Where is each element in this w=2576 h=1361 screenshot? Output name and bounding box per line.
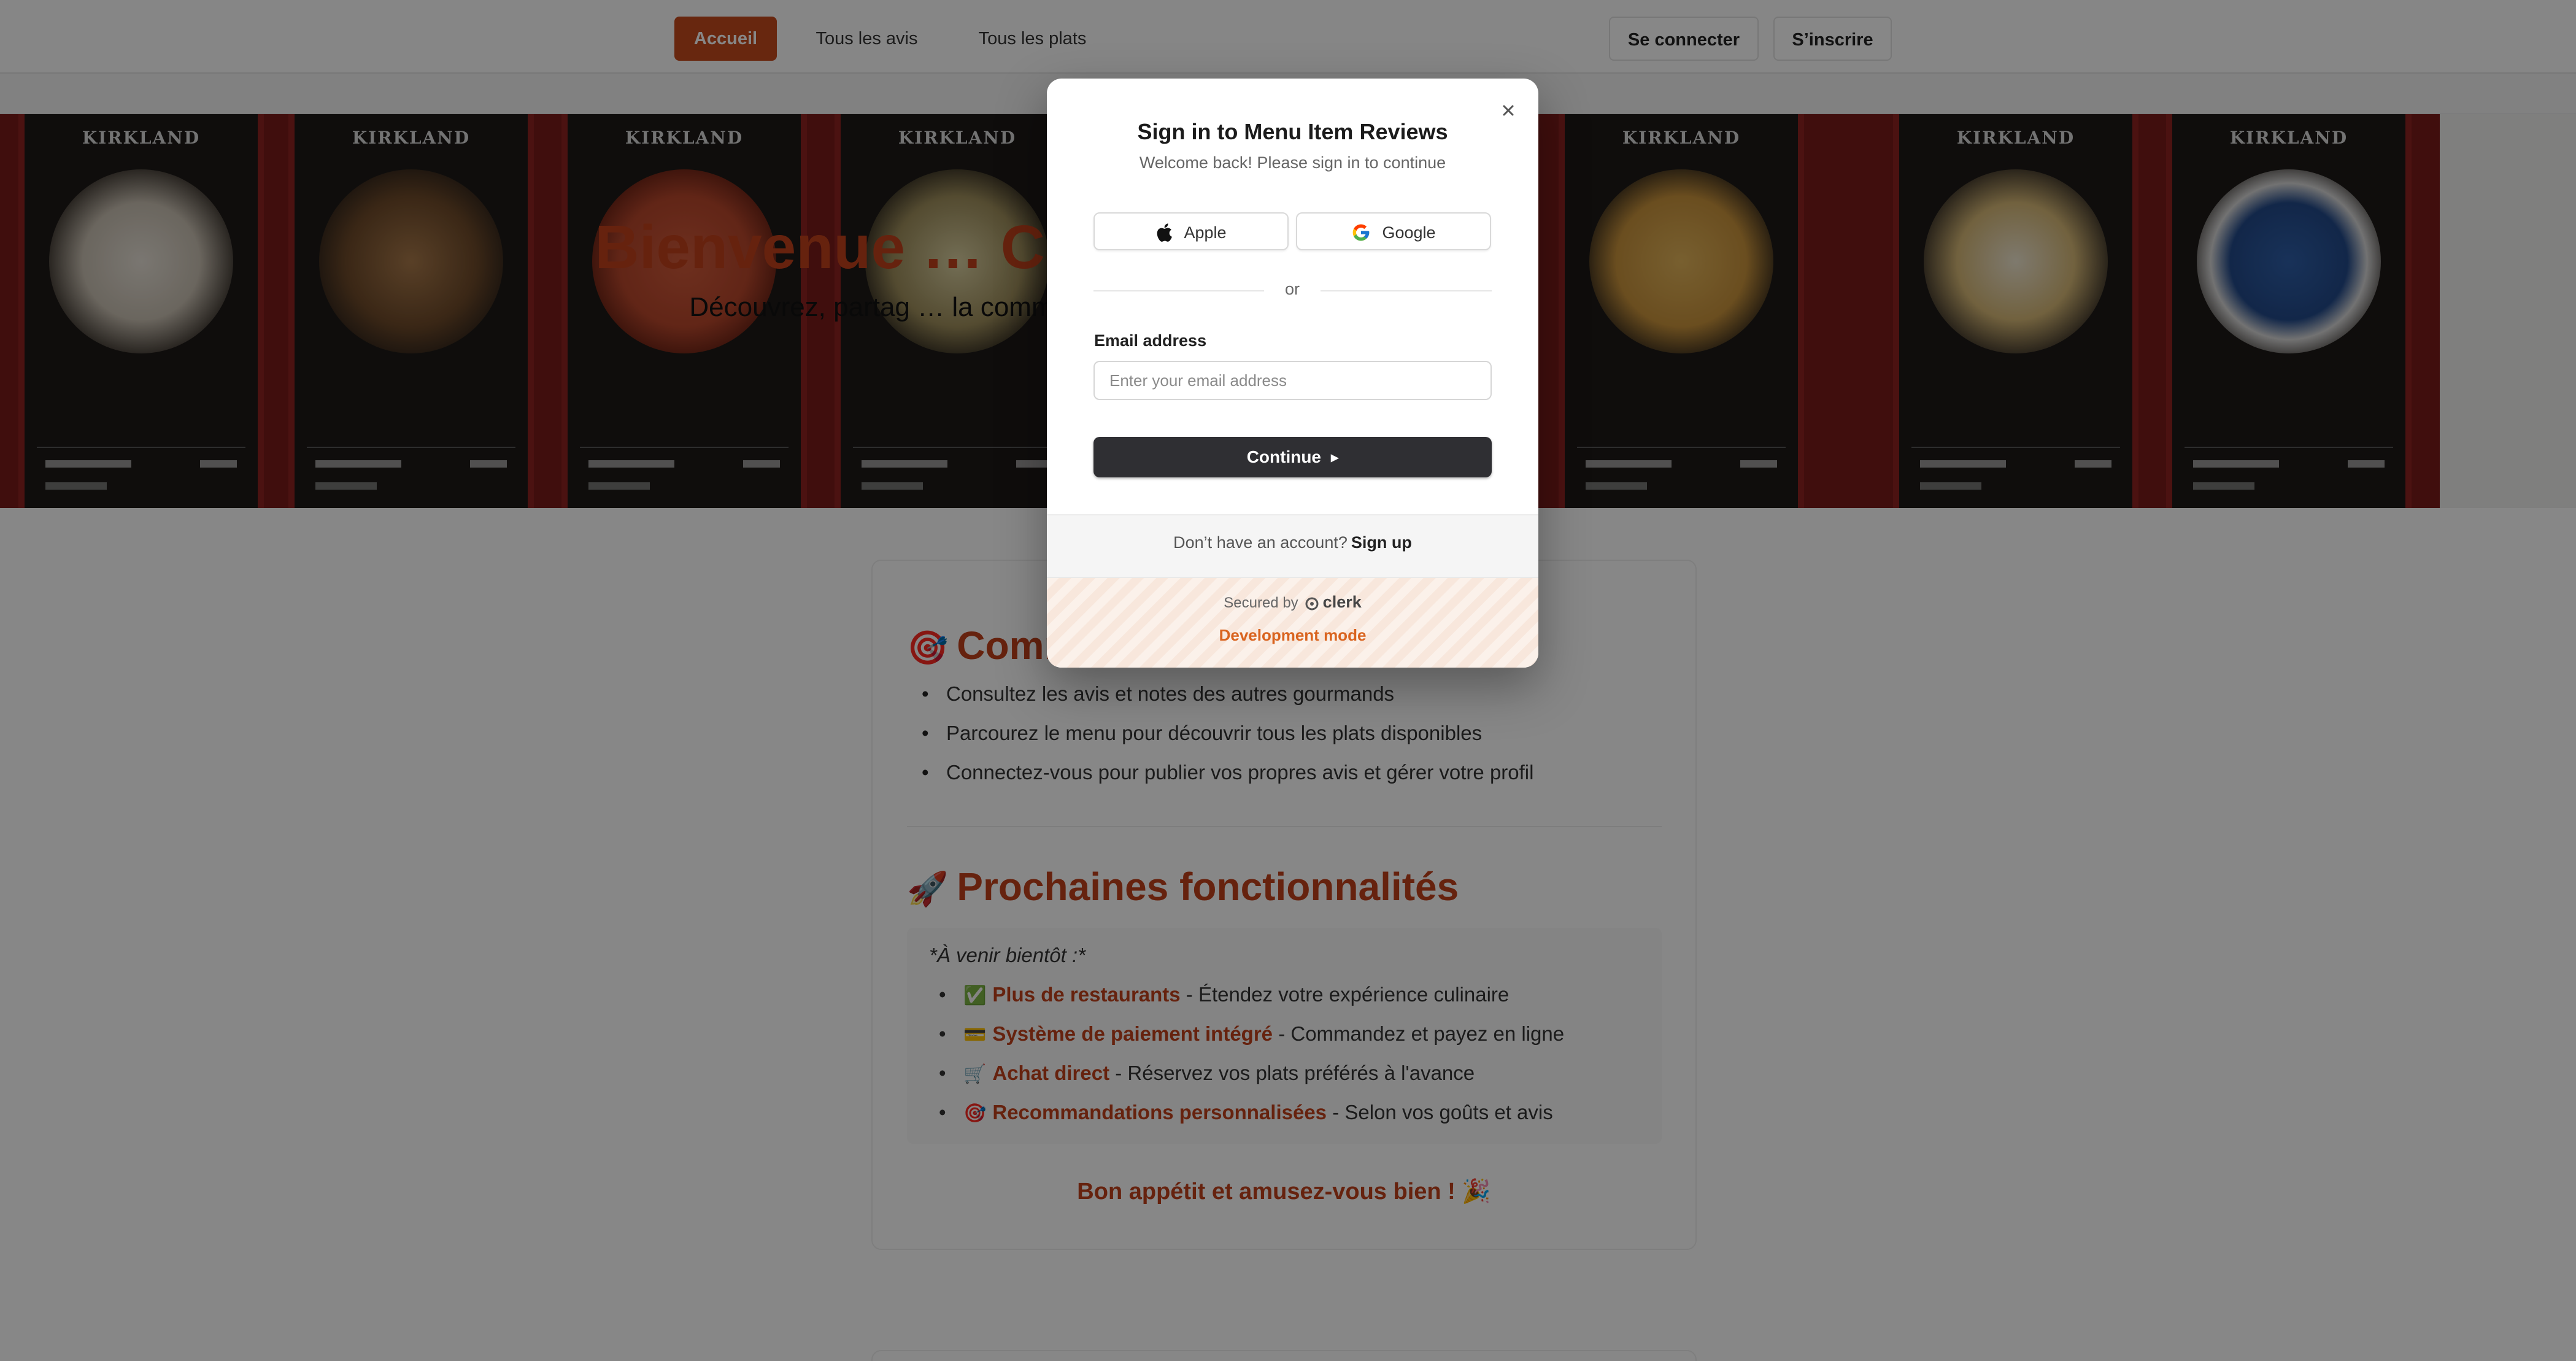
development-mode-label: Development mode [1219, 626, 1367, 644]
no-account-prompt: Don’t have an account? Sign up [1173, 533, 1412, 552]
divider-right [1321, 290, 1492, 291]
divider-left [1093, 290, 1264, 291]
modal-subtitle: Welcome back! Please sign in to continue [1139, 153, 1446, 172]
modal-title: Sign in to Menu Item Reviews [1137, 119, 1448, 144]
or-separator: or [1284, 280, 1300, 298]
close-icon[interactable] [1492, 94, 1524, 126]
email-label: Email address [1094, 331, 1207, 350]
apple-sign-in-button[interactable]: Apple [1093, 212, 1289, 250]
secured-by-clerk: Secured by clerk [1224, 593, 1362, 611]
sign-in-modal: Sign in to Menu Item Reviews Welcome bac… [1047, 79, 1538, 668]
google-sign-in-button[interactable]: Google [1296, 212, 1491, 250]
dev-mode-banner [1047, 577, 1538, 668]
apple-icon [1157, 223, 1173, 242]
google-icon [1353, 224, 1370, 241]
clerk-logo-icon [1305, 597, 1319, 611]
continue-button[interactable]: Continue ▶ [1093, 437, 1492, 477]
email-input[interactable] [1093, 361, 1492, 400]
caret-right-icon: ▶ [1331, 452, 1339, 463]
sign-up-link[interactable]: Sign up [1351, 533, 1412, 552]
